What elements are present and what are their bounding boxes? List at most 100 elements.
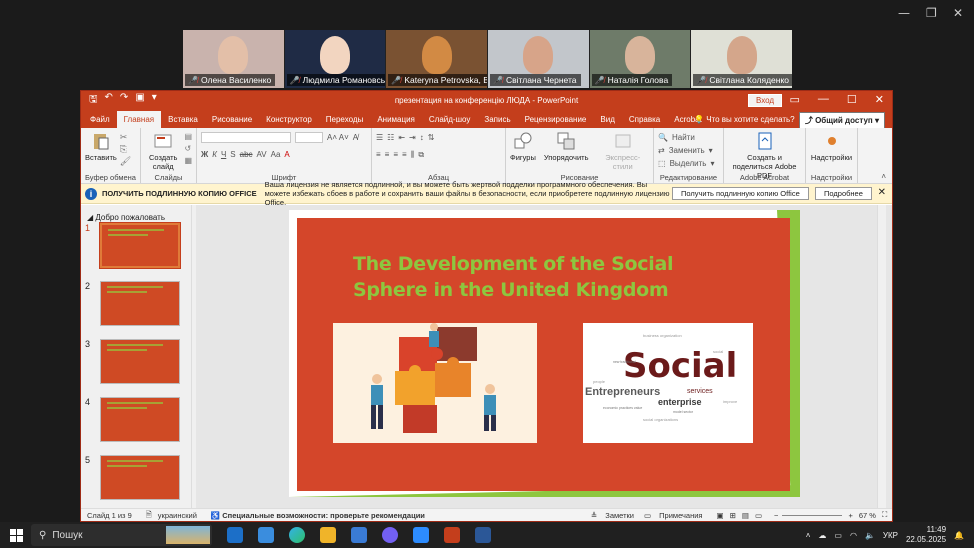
powerpoint-icon[interactable] [444, 527, 460, 543]
edge-icon[interactable] [289, 527, 305, 543]
slide-thumbnail[interactable] [100, 397, 180, 442]
slide-thumbnail-row[interactable]: 1 [85, 222, 185, 269]
zoom-in-icon[interactable]: + [848, 511, 852, 520]
tab-11[interactable]: Справка [622, 115, 667, 128]
close-icon[interactable]: ✕ [875, 93, 884, 106]
slide-thumbnail-row[interactable]: 2 [85, 281, 185, 326]
underline-button[interactable]: Ч [221, 150, 226, 159]
font-color-icon[interactable]: A [284, 150, 289, 159]
tab-0[interactable]: Файл [83, 115, 117, 128]
text-direction-icon[interactable]: ⇅ [428, 133, 435, 142]
close-icon[interactable]: ✕ [878, 187, 886, 198]
tab-7[interactable]: Слайд-шоу [422, 115, 477, 128]
new-slide-button[interactable]: Создать слайд [145, 131, 181, 171]
reading-view-icon[interactable]: ▤ [742, 511, 749, 520]
shapes-button[interactable]: Фигуры [510, 131, 536, 171]
outlook-icon[interactable] [227, 527, 243, 543]
outdent-icon[interactable]: ⇥ [409, 133, 416, 142]
minimize-icon[interactable]: — [898, 6, 910, 20]
zoom-icon[interactable] [413, 527, 429, 543]
save-icon[interactable]: 🖫 [89, 92, 98, 109]
slide-scrollbar[interactable] [877, 205, 886, 510]
align-center-icon[interactable]: ≡ [385, 150, 390, 159]
justify-icon[interactable]: ≡ [402, 150, 407, 159]
zoom-level[interactable]: 67 % [859, 511, 876, 520]
section-header[interactable]: ◢ Добро пожаловать [87, 213, 165, 222]
start-icon[interactable] [10, 528, 23, 542]
accessibility-status[interactable]: Специальные возможности: проверьте реком… [222, 511, 425, 520]
replace-button[interactable]: ⇄ Заменить ▾ [658, 144, 719, 157]
participant-tile[interactable]: 🎤̸ Світлана Коляденко [691, 30, 793, 88]
calculator-icon[interactable] [258, 527, 274, 543]
collapse-ribbon-icon[interactable]: ˄ [881, 172, 886, 181]
normal-view-icon[interactable]: ▣ [716, 511, 723, 520]
more-info-button[interactable]: Подробнее [815, 187, 872, 200]
font-size-combo[interactable] [295, 132, 323, 143]
tab-10[interactable]: Вид [593, 115, 621, 128]
case-icon[interactable]: Aa [271, 150, 281, 159]
find-button[interactable]: 🔍 Найти [658, 131, 719, 144]
slide-thumbnail-row[interactable]: 3 [85, 339, 185, 384]
bold-button[interactable]: Ж [201, 150, 208, 159]
shadow-button[interactable]: S [230, 150, 235, 159]
columns-icon[interactable]: ⫼ [411, 150, 415, 160]
search-box[interactable]: ⚲ Пошук [31, 524, 212, 546]
wifi-icon[interactable]: ◠ [850, 531, 857, 540]
spellcheck-icon[interactable]: 🗎 [146, 509, 152, 522]
tab-1[interactable]: Главная [116, 111, 162, 128]
store-icon[interactable] [351, 527, 367, 543]
slide-thumbnail[interactable] [100, 281, 180, 326]
slideshow-icon[interactable]: ▭ [755, 511, 762, 520]
numbering-icon[interactable]: ☷ [387, 133, 394, 142]
participant-tile[interactable]: 🎤̸ Наталія Голова [589, 30, 691, 88]
slide-thumbnail[interactable] [100, 455, 180, 500]
battery-icon[interactable]: ▭ [834, 531, 842, 540]
italic-button[interactable]: К [212, 150, 217, 159]
notifications-icon[interactable]: 🔔 [954, 531, 964, 540]
line-spacing-icon[interactable]: ↕ [420, 133, 424, 142]
participant-tile[interactable]: 🎤̸ Олена Василенко [183, 30, 284, 88]
present-icon[interactable]: ▣ [135, 92, 144, 109]
zoom-out-icon[interactable]: − [774, 511, 778, 520]
maximize-icon[interactable]: ☐ [847, 93, 857, 106]
tab-2[interactable]: Вставка [161, 115, 205, 128]
cloud-icon[interactable]: ☁ [818, 531, 826, 540]
slide-thumbnail[interactable] [100, 339, 180, 384]
comments-button[interactable]: ▭ Примечания [644, 511, 702, 520]
current-slide[interactable]: The Development of the Social Sphere in … [289, 210, 800, 497]
font-name-combo[interactable] [201, 132, 291, 143]
volume-icon[interactable]: 🔈 [865, 531, 875, 540]
zoom-slider[interactable] [782, 514, 843, 516]
notes-button[interactable]: ≜ Заметки [591, 511, 634, 520]
word-icon[interactable] [475, 527, 491, 543]
select-button[interactable]: ⬚ Выделить ▾ [658, 157, 719, 170]
quick-styles-button[interactable]: Экспресс-стили [597, 131, 650, 171]
bullets-icon[interactable]: ☰ [376, 133, 383, 142]
participant-tile[interactable]: 🎤̸Kateryna Petrovska, BS... [386, 30, 488, 88]
tab-6[interactable]: Анимация [370, 115, 422, 128]
clear-format-icon[interactable]: A̸ [353, 133, 358, 142]
indent-icon[interactable]: ⇤ [398, 133, 405, 142]
align-left-icon[interactable]: ≡ [376, 150, 381, 159]
language-indicator[interactable]: УКР [883, 531, 898, 540]
clock[interactable]: 11:49 22.05.2025 [906, 525, 946, 545]
strikethrough-button[interactable]: abc [240, 150, 253, 159]
chevron-up-icon[interactable]: ˄ [806, 531, 811, 540]
addins-button[interactable]: Надстройки [810, 131, 853, 162]
file-explorer-icon[interactable] [320, 527, 336, 543]
redo-icon[interactable]: ↷ [120, 92, 128, 109]
tab-3[interactable]: Рисование [205, 115, 259, 128]
participant-tile[interactable]: 🎤̸ Світлана Чернета [488, 30, 589, 88]
participant-tile[interactable]: 🎤̸ Людмила Романовська [284, 30, 386, 88]
smartart-icon[interactable]: ⧉ [418, 150, 424, 160]
slide-thumbnail-row[interactable]: 4 [85, 397, 185, 442]
slide-title[interactable]: The Development of the Social Sphere in … [353, 251, 673, 303]
ribbon-display-icon[interactable]: ▭ [790, 93, 800, 106]
tab-9[interactable]: Рецензирование [518, 115, 594, 128]
social-word-cloud[interactable]: business organization social people impr… [583, 323, 753, 443]
arrange-button[interactable]: Упорядочить [544, 131, 589, 171]
share-button[interactable]: ⤴ Общий доступ ▾ [798, 112, 885, 129]
align-right-icon[interactable]: ≡ [393, 150, 398, 159]
login-button[interactable]: Вход [748, 94, 783, 107]
tab-4[interactable]: Конструктор [259, 115, 319, 128]
